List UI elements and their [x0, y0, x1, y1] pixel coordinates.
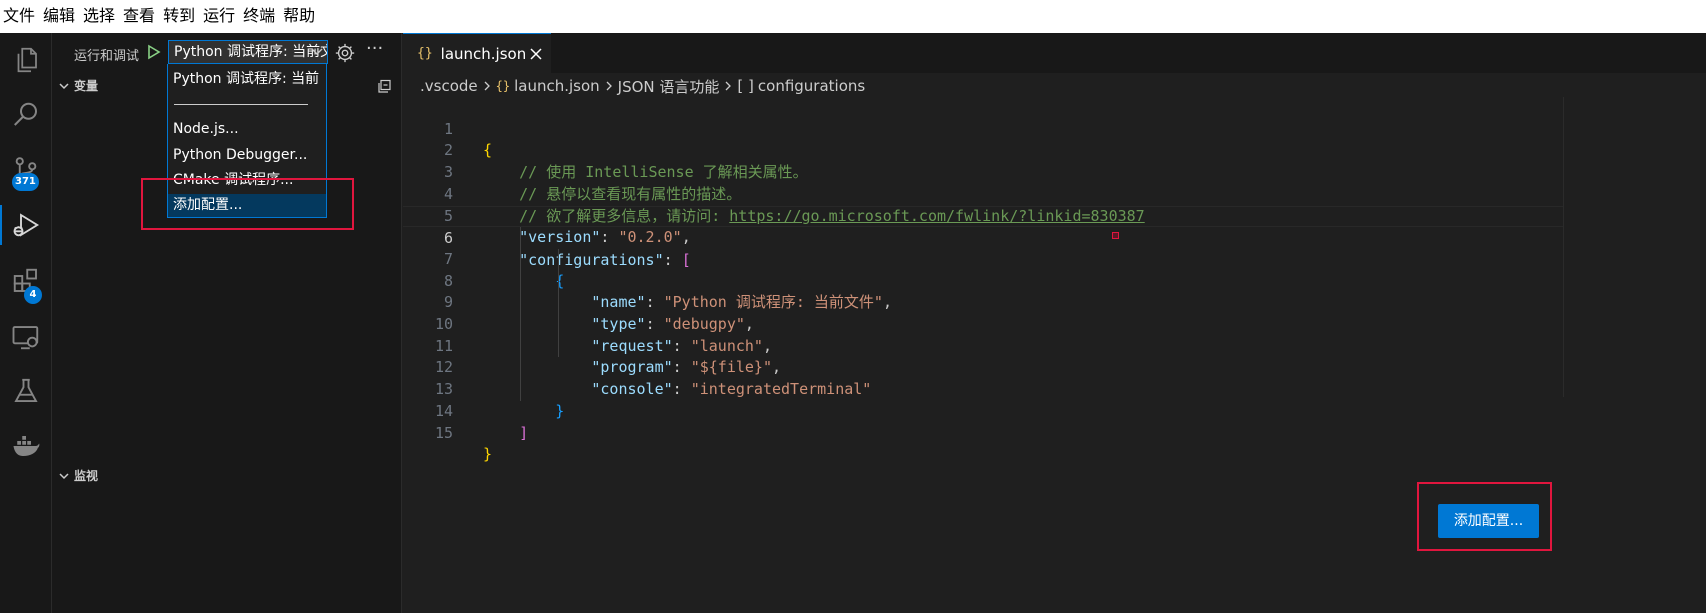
chevron-down-icon	[311, 48, 323, 55]
testing-button[interactable]	[0, 367, 52, 415]
search-icon	[14, 102, 37, 126]
files-icon	[17, 47, 37, 73]
code-line: 14 ]	[403, 379, 1563, 442]
collapse-all-icon[interactable]	[376, 79, 392, 95]
chevron-down-icon	[59, 473, 69, 480]
highlight-box	[1417, 482, 1552, 551]
code-line: 1 {	[403, 97, 1563, 160]
breadcrumb-launch-json[interactable]: launch.json	[514, 77, 600, 95]
code-line: 2 // 使用 IntelliSense 了解相关属性。	[403, 119, 1563, 181]
search-button[interactable]	[0, 91, 52, 139]
activity-bar: 371 4	[0, 33, 52, 613]
menu-help[interactable]: 帮助	[279, 0, 319, 33]
dropdown-item-nodejs[interactable]: Node.js...	[168, 118, 326, 141]
menu-edit[interactable]: 编辑	[39, 0, 79, 33]
gear-icon[interactable]	[334, 42, 356, 64]
code-line: 12 "console": "integratedTerminal"	[403, 336, 1563, 398]
indent-guide	[520, 227, 521, 401]
menu-selection[interactable]: 选择	[79, 0, 119, 33]
debug-config-selected: Python 调试程序: 当前文件	[174, 44, 327, 60]
json-file-icon: {}	[495, 79, 511, 93]
error-marker	[1112, 232, 1119, 239]
code-line: 11 "program": "${file}",	[403, 314, 1563, 377]
line-number: 15	[434, 423, 453, 442]
scrollbar-track[interactable]	[1563, 97, 1564, 397]
code-editor[interactable]: 1 { 2 // 使用 IntelliSense 了解相关属性。 3 // 悬停…	[403, 97, 1563, 464]
editor-tab-bar	[403, 33, 1706, 73]
dropdown-item-python-current[interactable]: Python 调试程序: 当前	[168, 68, 326, 91]
source-control-badge: 371	[12, 173, 39, 191]
code-line: 4 // 欲了解更多信息，请访问: https://go.microsoft.c…	[403, 162, 1563, 225]
play-icon	[148, 44, 161, 60]
code-line: 9 "type": "debugpy",	[403, 271, 1563, 333]
menu-file[interactable]: 文件	[0, 0, 39, 33]
remote-explorer-button[interactable]	[0, 313, 52, 361]
json-file-icon: {}	[417, 46, 433, 61]
code-line: 13 }	[403, 357, 1563, 420]
explorer-button[interactable]	[0, 36, 52, 84]
remote-explorer-icon	[12, 326, 39, 350]
start-debugging-button[interactable]	[144, 41, 164, 63]
testing-icon	[14, 378, 38, 402]
tab-label: launch.json	[440, 44, 527, 63]
breadcrumb: .vscode {} launch.json JSON 语言功能 [ ] con…	[420, 76, 865, 96]
source-control-button[interactable]: 371	[0, 146, 52, 194]
chevron-right-icon	[606, 81, 612, 91]
chevron-right-icon	[725, 81, 732, 91]
docker-icon	[13, 436, 40, 456]
code-line: 15 }	[403, 401, 1563, 464]
extensions-button[interactable]: 4	[0, 257, 52, 305]
code-line: 7 {	[403, 227, 1563, 290]
breadcrumb-configurations[interactable]: configurations	[758, 77, 865, 95]
run-debug-icon	[13, 213, 40, 237]
highlight-box	[141, 178, 354, 230]
sidebar-title: 运行和调试	[74, 49, 140, 64]
watch-section-header[interactable]: 监视	[52, 465, 402, 487]
run-debug-button[interactable]	[0, 201, 52, 249]
breadcrumb-json-features[interactable]: JSON 语言功能	[618, 76, 720, 97]
code-line: 10 "request": "launch",	[403, 292, 1563, 355]
docker-button[interactable]	[0, 422, 52, 470]
extensions-badge: 4	[24, 286, 42, 304]
indent-guide	[558, 249, 559, 357]
dropdown-separator	[174, 104, 308, 105]
chevron-down-icon	[59, 83, 69, 90]
close-icon[interactable]	[529, 47, 543, 61]
code-line: 8 "name": "Python 调试程序: 当前文件",	[403, 249, 1563, 312]
tab-launch-json[interactable]: {} launch.json	[403, 33, 551, 73]
code-line: 3 // 悬停以查看现有属性的描述。	[403, 140, 1563, 203]
more-actions-icon[interactable]: ···	[366, 38, 383, 59]
menu-bar: 文件 编辑 选择 查看 转到 运行 终端 帮助	[0, 0, 1706, 33]
menu-run[interactable]: 运行	[199, 0, 239, 33]
code-line-current: 6 "configurations": [	[403, 205, 1563, 269]
breadcrumb-vscode[interactable]: .vscode	[420, 77, 478, 95]
array-icon: [ ]	[737, 77, 754, 95]
menu-view[interactable]: 查看	[119, 0, 159, 33]
watch-section-title: 监视	[74, 469, 99, 483]
chevron-right-icon	[484, 81, 490, 91]
menu-go[interactable]: 转到	[159, 0, 199, 33]
debug-config-select[interactable]: Python 调试程序: 当前文件	[168, 40, 328, 64]
dropdown-item-python-debugger[interactable]: Python Debugger...	[168, 144, 326, 167]
variables-section-title: 变量	[74, 79, 99, 93]
code-line: 5 "version": "0.2.0",	[403, 184, 1563, 247]
menu-terminal[interactable]: 终端	[239, 0, 279, 33]
